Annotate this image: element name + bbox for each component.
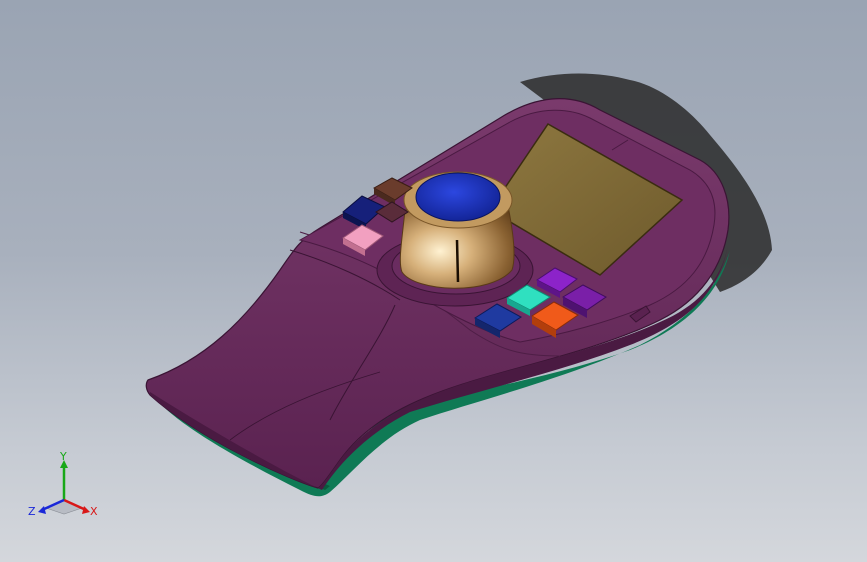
z-axis-arrow-icon — [38, 506, 46, 514]
3d-model-view[interactable] — [0, 0, 867, 562]
knob-cap[interactable] — [415, 172, 501, 222]
z-axis-label: Z — [28, 505, 36, 518]
x-axis-arrow-icon — [82, 506, 90, 514]
axis-triad[interactable]: Y X Z — [24, 448, 104, 528]
y-axis-label: Y — [59, 450, 67, 463]
knob-notch — [455, 239, 460, 283]
x-axis-label: X — [90, 505, 98, 518]
cad-viewport[interactable]: Y X Z — [0, 0, 867, 562]
